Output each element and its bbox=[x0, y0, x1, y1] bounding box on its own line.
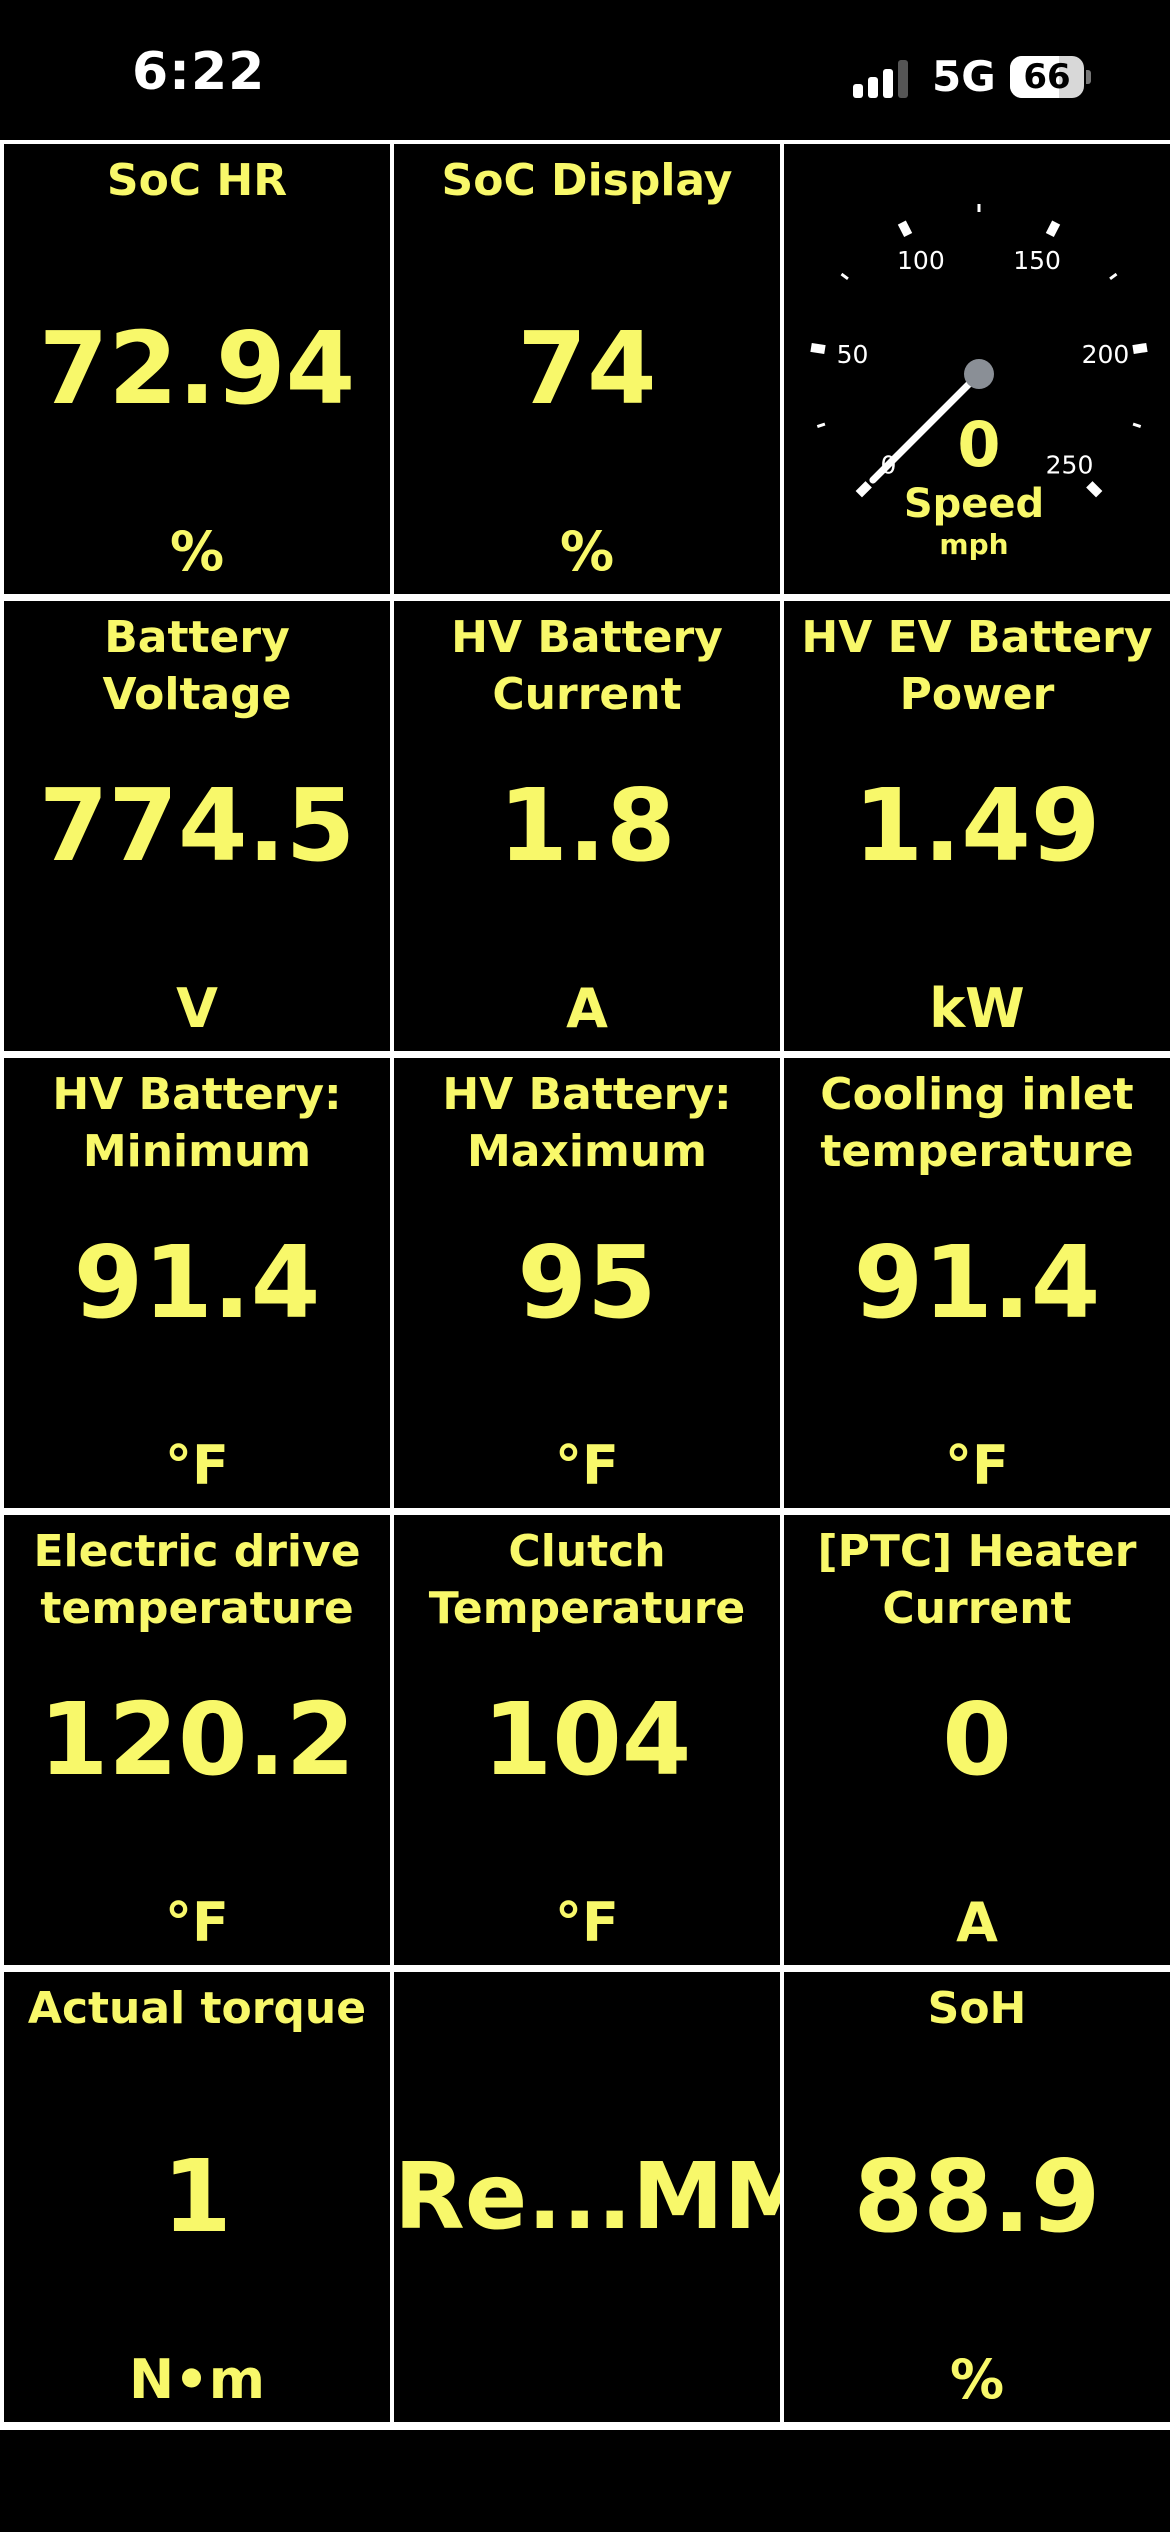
tile-value: 95 bbox=[517, 1224, 657, 1341]
gauge-label: Speed bbox=[904, 481, 1044, 527]
gauge-minor-tick bbox=[840, 272, 849, 280]
tile-label: HV Battery Current bbox=[451, 612, 723, 720]
tile-label: HV Battery: Maximum bbox=[442, 1069, 732, 1177]
tile-value: 91.4 bbox=[853, 1224, 1101, 1341]
tile-label: Cooling inlet temperature bbox=[820, 1069, 1134, 1177]
tile-unit: kW bbox=[929, 977, 1025, 1040]
tile-mmi-truncated[interactable]: Re...MMI bbox=[394, 1972, 780, 2422]
tile-electric-drive-temperature[interactable]: Electric drive temperature 120.2 °F bbox=[4, 1515, 390, 1965]
gauge-minor-tick bbox=[1132, 422, 1142, 428]
tile-value: 120.2 bbox=[38, 1681, 356, 1798]
battery-icon: 66 bbox=[1010, 56, 1084, 98]
gauge-major-tick bbox=[1045, 220, 1061, 238]
battery-cap bbox=[1086, 70, 1091, 84]
gauge-major-tick bbox=[1086, 481, 1103, 498]
tile-unit: °F bbox=[165, 1891, 229, 1954]
tile-unit: A bbox=[566, 977, 608, 1040]
gauge-tick-label: 150 bbox=[1013, 246, 1061, 275]
tile-ptc-heater-current[interactable]: [PTC] Heater Current 0 A bbox=[784, 1515, 1170, 1965]
tile-cooling-inlet-temperature[interactable]: Cooling inlet temperature 91.4 °F bbox=[784, 1058, 1170, 1508]
tile-unit: °F bbox=[945, 1434, 1009, 1497]
tile-value: 72.94 bbox=[38, 310, 356, 427]
gauge-minor-tick bbox=[816, 422, 826, 428]
gauge-needle-hub bbox=[964, 359, 994, 389]
gauge-tick-label: 200 bbox=[1082, 340, 1130, 369]
gauge-tick-label: 50 bbox=[837, 340, 869, 369]
tile-label: Electric drive temperature bbox=[33, 1526, 361, 1634]
tile-label: [PTC] Heater Current bbox=[817, 1526, 1137, 1634]
gauge-major-tick bbox=[855, 481, 872, 498]
gauge-tick-label: 100 bbox=[897, 246, 945, 275]
tile-value: 104 bbox=[482, 1681, 692, 1798]
tile-unit: V bbox=[176, 977, 218, 1040]
tile-unit: % bbox=[169, 520, 225, 583]
tile-label: SoC HR bbox=[106, 155, 288, 206]
tile-label: Battery Voltage bbox=[102, 612, 292, 720]
tile-value: 91.4 bbox=[73, 1224, 321, 1341]
tile-unit: A bbox=[956, 1891, 998, 1954]
status-time: 6:22 bbox=[132, 42, 266, 102]
tile-label: SoH bbox=[927, 1983, 1027, 2034]
tile-hv-ev-battery-power[interactable]: HV EV Battery Power 1.49 kW bbox=[784, 601, 1170, 1051]
tile-speed-gauge[interactable]: 050100150200250 0 Speed mph bbox=[784, 144, 1170, 594]
tile-unit: % bbox=[559, 520, 615, 583]
gauge-major-tick bbox=[897, 220, 913, 238]
tile-soh[interactable]: SoH 88.9 % bbox=[784, 1972, 1170, 2422]
tile-value: 1 bbox=[162, 2138, 232, 2255]
tile-value: Re...MMI bbox=[394, 2143, 780, 2250]
battery-percent: 66 bbox=[1023, 57, 1071, 97]
tile-hv-battery-minimum[interactable]: HV Battery: Minimum 91.4 °F bbox=[4, 1058, 390, 1508]
gauge-major-tick bbox=[810, 342, 826, 355]
tile-hv-battery-current[interactable]: HV Battery Current 1.8 A bbox=[394, 601, 780, 1051]
gauge-major-tick bbox=[1132, 342, 1148, 355]
tile-actual-torque[interactable]: Actual torque 1 N•m bbox=[4, 1972, 390, 2422]
tile-soc-hr[interactable]: SoC HR 72.94 % bbox=[4, 144, 390, 594]
gauge-minor-tick bbox=[1109, 272, 1118, 280]
tile-value: 1.8 bbox=[498, 767, 676, 884]
tile-unit: °F bbox=[555, 1891, 619, 1954]
tile-soc-display[interactable]: SoC Display 74 % bbox=[394, 144, 780, 594]
tile-label: HV Battery: Minimum bbox=[52, 1069, 342, 1177]
tile-hv-battery-maximum[interactable]: HV Battery: Maximum 95 °F bbox=[394, 1058, 780, 1508]
tile-unit: % bbox=[949, 2348, 1005, 2411]
tile-unit: N•m bbox=[129, 2348, 265, 2411]
tile-label: Clutch Temperature bbox=[428, 1526, 746, 1634]
tile-clutch-temperature[interactable]: Clutch Temperature 104 °F bbox=[394, 1515, 780, 1965]
speedometer-dial: 050100150200250 0 Speed mph bbox=[810, 204, 1148, 561]
tile-label: SoC Display bbox=[441, 155, 733, 206]
tile-value: 0 bbox=[942, 1681, 1012, 1798]
network-type: 5G bbox=[932, 52, 996, 101]
cellular-signal-icon bbox=[853, 58, 913, 98]
gauge-grid: SoC HR 72.94 % SoC Display 74 % 0 50 100 15… bbox=[0, 140, 1170, 2430]
tile-label: Actual torque bbox=[27, 1983, 367, 2034]
tile-unit: °F bbox=[555, 1434, 619, 1497]
gauge-tick-label: 250 bbox=[1046, 451, 1094, 480]
tile-value: 1.49 bbox=[853, 767, 1101, 884]
tile-value: 74 bbox=[517, 310, 657, 427]
tile-value: 88.9 bbox=[853, 2138, 1101, 2255]
tile-unit: °F bbox=[165, 1434, 229, 1497]
gauge-value: 0 bbox=[957, 408, 1000, 481]
tile-label: HV EV Battery Power bbox=[801, 612, 1153, 720]
tile-battery-voltage[interactable]: Battery Voltage 774.5 V bbox=[4, 601, 390, 1051]
tile-value: 774.5 bbox=[38, 767, 356, 884]
gauge-unit: mph bbox=[939, 528, 1008, 561]
status-bar: 6:22 5G 66 bbox=[0, 0, 1170, 140]
